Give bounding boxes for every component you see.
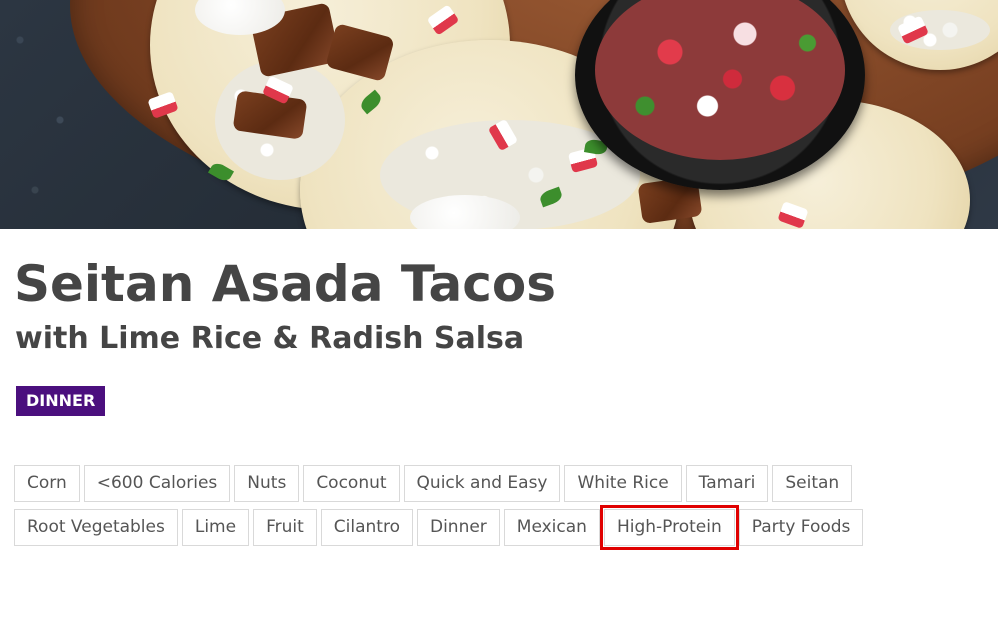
recipe-subtitle: with Lime Rice & Radish Salsa xyxy=(15,321,525,356)
tag-under-600-calories[interactable]: <600 Calories xyxy=(83,465,231,502)
tag-nuts[interactable]: Nuts xyxy=(234,465,300,502)
tag-quick-and-easy[interactable]: Quick and Easy xyxy=(403,465,561,502)
tag-mexican[interactable]: Mexican xyxy=(503,509,600,546)
tag-party-foods[interactable]: Party Foods xyxy=(738,509,864,546)
tag-root-vegetables[interactable]: Root Vegetables xyxy=(14,509,178,546)
tag-tamari[interactable]: Tamari xyxy=(685,465,769,502)
category-badge[interactable]: DINNER xyxy=(16,386,106,416)
tag-white-rice[interactable]: White Rice xyxy=(564,465,682,502)
tag-seitan[interactable]: Seitan xyxy=(772,465,853,502)
tag-high-protein[interactable]: High-Protein xyxy=(599,505,739,550)
tag-list: Corn <600 Calories Nuts Coconut Quick an… xyxy=(14,465,914,553)
tag-row: Root Vegetables Lime Fruit Cilantro Dinn… xyxy=(14,505,914,550)
tag-dinner[interactable]: Dinner xyxy=(416,509,500,546)
tag-coconut[interactable]: Coconut xyxy=(303,465,400,502)
tag-cilantro[interactable]: Cilantro xyxy=(320,509,413,546)
recipe-page: Seitan Asada Tacos with Lime Rice & Radi… xyxy=(0,0,998,635)
tag-lime[interactable]: Lime xyxy=(181,509,250,546)
recipe-title: Seitan Asada Tacos xyxy=(14,255,556,313)
tag-corn[interactable]: Corn xyxy=(14,465,80,502)
tag-fruit[interactable]: Fruit xyxy=(253,509,317,546)
tag-row: Corn <600 Calories Nuts Coconut Quick an… xyxy=(14,465,914,502)
hero-image xyxy=(0,0,998,229)
